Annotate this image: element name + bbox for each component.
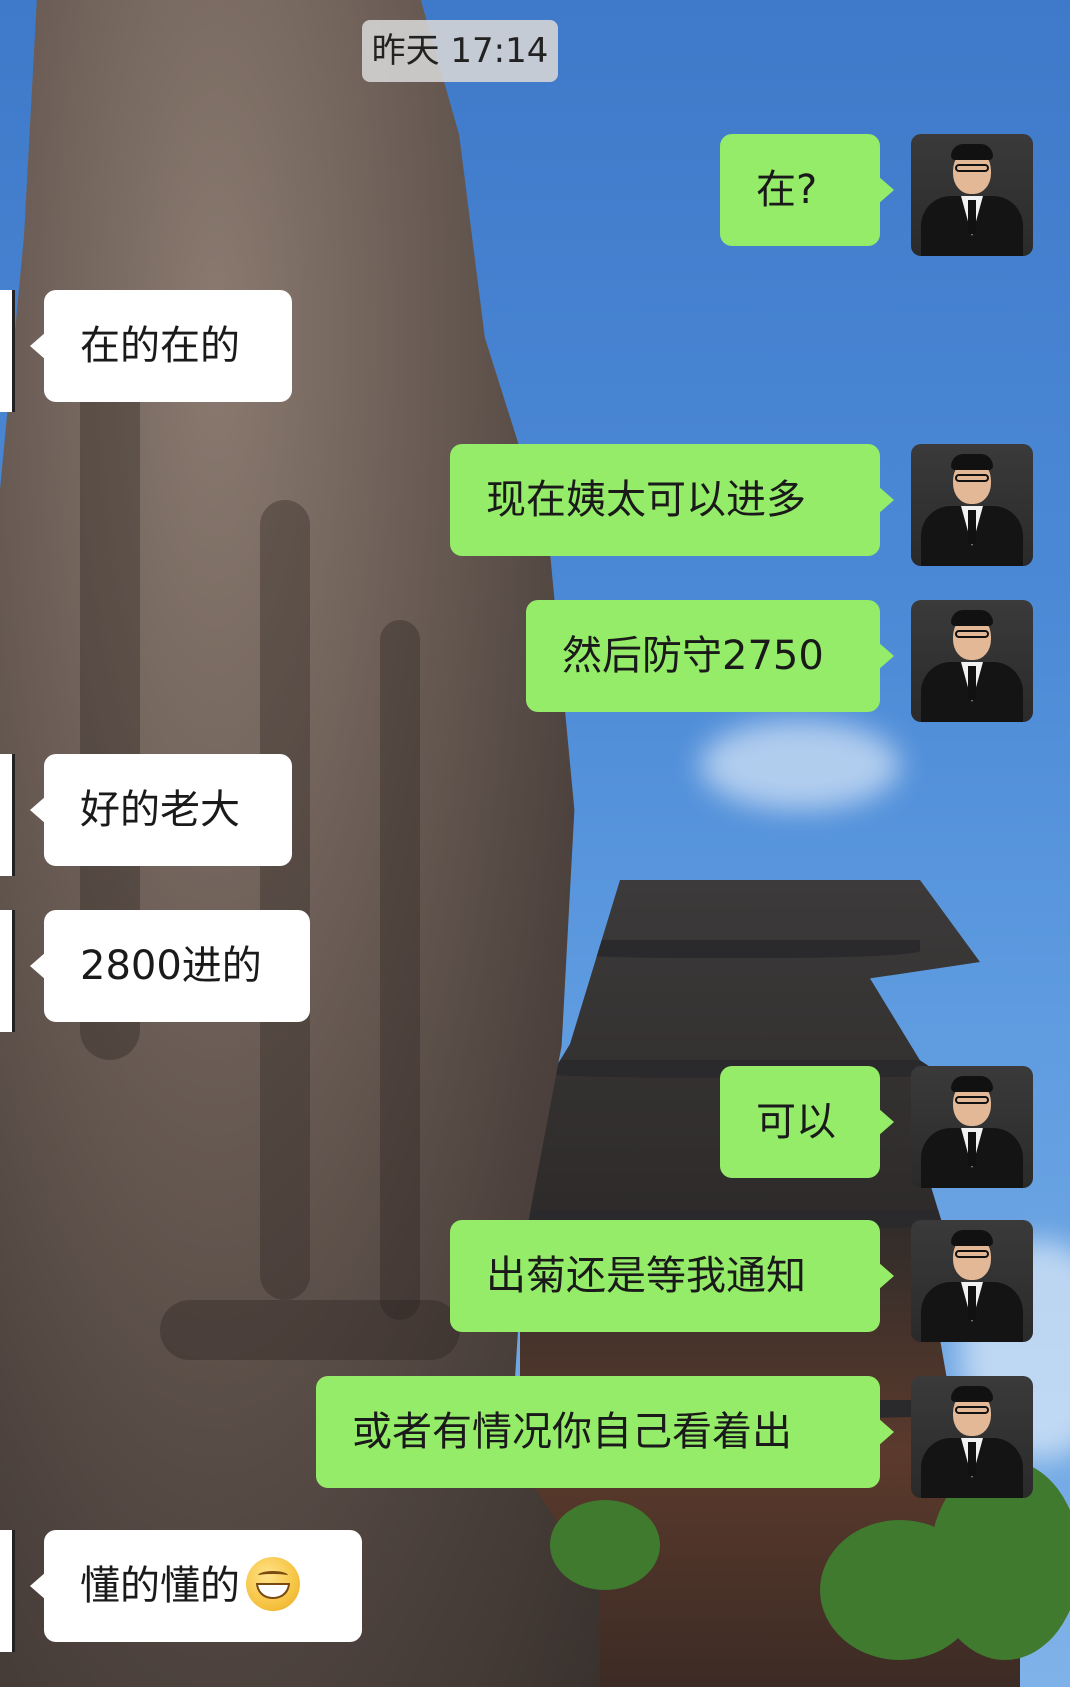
message-bubble-incoming[interactable]: 2800进的 xyxy=(30,910,310,1022)
message-bubble-incoming[interactable]: 好的老大 xyxy=(30,754,292,866)
self-avatar[interactable] xyxy=(911,600,1033,722)
contact-avatar[interactable] xyxy=(0,1530,15,1652)
message-bubble-outgoing[interactable]: 然后防守2750 xyxy=(526,600,894,712)
self-avatar[interactable] xyxy=(911,1376,1033,1498)
contact-avatar[interactable] xyxy=(0,910,15,1032)
grinning-face-emoji-icon xyxy=(246,1557,300,1611)
self-avatar[interactable] xyxy=(911,1220,1033,1342)
message-text: 懂的懂的 xyxy=(80,1563,240,1609)
chat-timestamp: 昨天 17:14 xyxy=(362,20,558,82)
message-bubble-outgoing[interactable]: 在? xyxy=(720,134,894,246)
contact-avatar[interactable] xyxy=(0,290,15,412)
message-bubble-outgoing[interactable]: 现在姨太可以进多 xyxy=(450,444,894,556)
message-bubble-incoming[interactable]: 在的在的 xyxy=(30,290,292,402)
self-avatar[interactable] xyxy=(911,134,1033,256)
message-bubble-outgoing[interactable]: 或者有情况你自己看着出 xyxy=(316,1376,894,1488)
contact-avatar[interactable] xyxy=(0,754,15,876)
self-avatar[interactable] xyxy=(911,444,1033,566)
message-bubble-outgoing[interactable]: 可以 xyxy=(720,1066,894,1178)
self-avatar[interactable] xyxy=(911,1066,1033,1188)
message-bubble-outgoing[interactable]: 出菊还是等我通知 xyxy=(450,1220,894,1332)
message-bubble-incoming[interactable]: 懂的懂的 xyxy=(30,1530,362,1642)
